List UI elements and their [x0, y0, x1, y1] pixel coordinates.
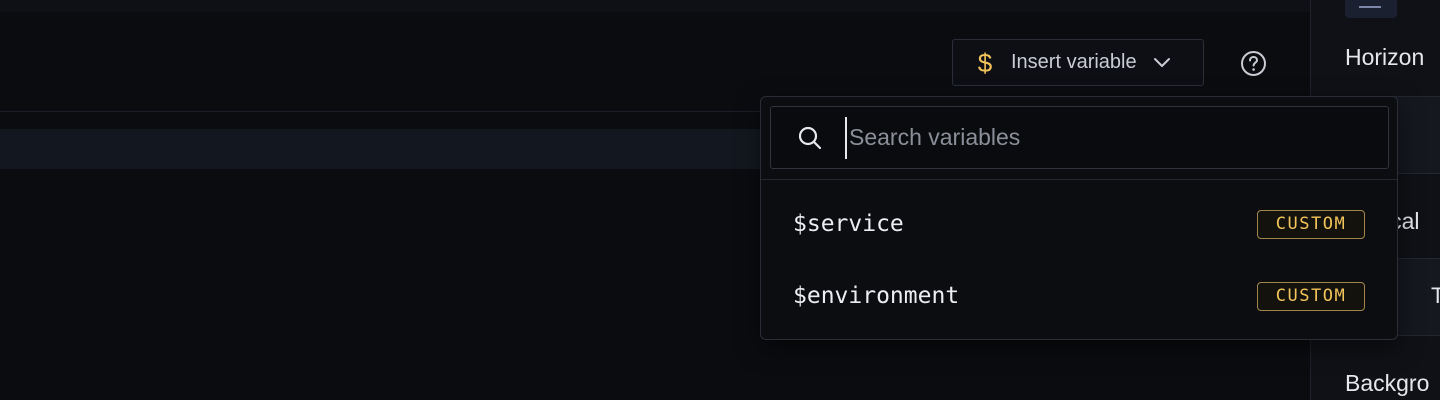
- variable-name: $environment: [793, 283, 960, 309]
- variable-type-badge: CUSTOM: [1257, 281, 1365, 311]
- search-icon: [797, 125, 823, 151]
- insert-variable-label: Insert variable: [1011, 51, 1137, 73]
- variable-item-service[interactable]: $service CUSTOM: [761, 192, 1397, 256]
- help-circle-icon[interactable]: [1240, 50, 1267, 77]
- panel-label-horizontal: Horizon: [1345, 44, 1425, 70]
- panel-label-background: Backgro: [1345, 370, 1430, 396]
- variable-search-box[interactable]: [770, 106, 1389, 169]
- dollar-icon: $: [977, 47, 993, 78]
- panel-icon-button[interactable]: [1345, 0, 1397, 18]
- panel-field-value: T: [1431, 283, 1440, 309]
- variable-item-environment[interactable]: $environment CUSTOM: [761, 264, 1397, 328]
- editor-page: $ Insert variable Horizon ical T Backgro: [0, 0, 1440, 400]
- insert-variable-button[interactable]: $ Insert variable: [952, 39, 1204, 86]
- chevron-down-icon: [1153, 57, 1171, 69]
- variable-type-badge: CUSTOM: [1257, 209, 1365, 239]
- variable-name: $service: [793, 211, 904, 237]
- insert-variable-dropdown: $service CUSTOM $environment CUSTOM: [760, 96, 1398, 340]
- variable-search-input[interactable]: [845, 116, 1388, 159]
- dropdown-divider: [761, 179, 1397, 180]
